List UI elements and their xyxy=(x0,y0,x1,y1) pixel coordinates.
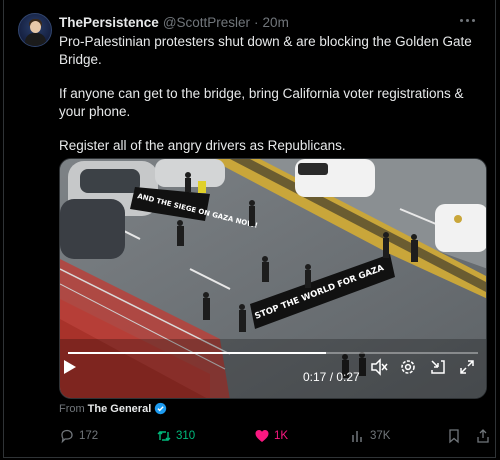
source-prefix: From xyxy=(59,402,85,415)
reply-count: 172 xyxy=(79,430,99,442)
avatar[interactable] xyxy=(18,13,52,47)
fullscreen-icon[interactable] xyxy=(458,358,476,376)
video-progress-fill xyxy=(68,352,327,354)
action-bar: 172 310 1K 37K xyxy=(59,426,489,446)
display-name[interactable]: ThePersistence xyxy=(59,15,159,30)
repost-button[interactable]: 310 xyxy=(156,426,195,446)
verified-badge-icon xyxy=(155,402,167,415)
video-progress-bar[interactable] xyxy=(68,352,478,354)
share-button[interactable] xyxy=(475,426,491,446)
reply-icon xyxy=(61,429,73,444)
post-paragraph: If anyone can get to the bridge, bring C… xyxy=(59,86,464,119)
more-options-icon[interactable] xyxy=(455,14,475,26)
video-player[interactable]: AND THE SIEGE ON GAZA NOW! STOP THE WORL… xyxy=(59,158,487,399)
views-bar-chart-icon xyxy=(352,431,362,442)
reply-button[interactable]: 172 xyxy=(59,426,98,446)
play-icon[interactable] xyxy=(60,358,78,376)
bookmark-button[interactable] xyxy=(446,426,462,446)
separator-dot: · xyxy=(254,14,259,30)
repost-icon xyxy=(157,431,171,441)
video-controls: 0:17 / 0:27 xyxy=(60,358,486,398)
heart-icon xyxy=(255,430,269,442)
post-header: ThePersistence @ScottPresler · 20m xyxy=(59,13,289,31)
post-time[interactable]: 20m xyxy=(263,15,289,30)
video-timestamp: 0:17 / 0:27 xyxy=(303,370,360,384)
views-button[interactable]: 37K xyxy=(350,426,390,446)
video-source: From The General xyxy=(59,402,167,415)
post-paragraph: Pro-Palestinian protesters shut down & a… xyxy=(59,34,472,67)
share-icon xyxy=(477,429,489,443)
user-handle[interactable]: @ScottPresler xyxy=(163,15,250,30)
bookmark-icon xyxy=(449,429,459,444)
post-text: Pro-Palestinian protesters shut down & a… xyxy=(59,33,484,171)
picture-in-picture-icon[interactable] xyxy=(429,358,447,376)
repost-count: 310 xyxy=(176,430,196,442)
view-count: 37K xyxy=(370,430,391,442)
settings-gear-icon[interactable] xyxy=(399,358,417,376)
source-name[interactable]: The General xyxy=(88,403,152,415)
like-button[interactable]: 1K xyxy=(254,426,288,446)
post-paragraph: Register all of the angry drivers as Rep… xyxy=(59,138,346,153)
like-count: 1K xyxy=(274,430,289,442)
post-container[interactable]: ThePersistence @ScottPresler · 20m Pro-P… xyxy=(3,0,496,458)
mute-icon[interactable] xyxy=(370,358,388,376)
